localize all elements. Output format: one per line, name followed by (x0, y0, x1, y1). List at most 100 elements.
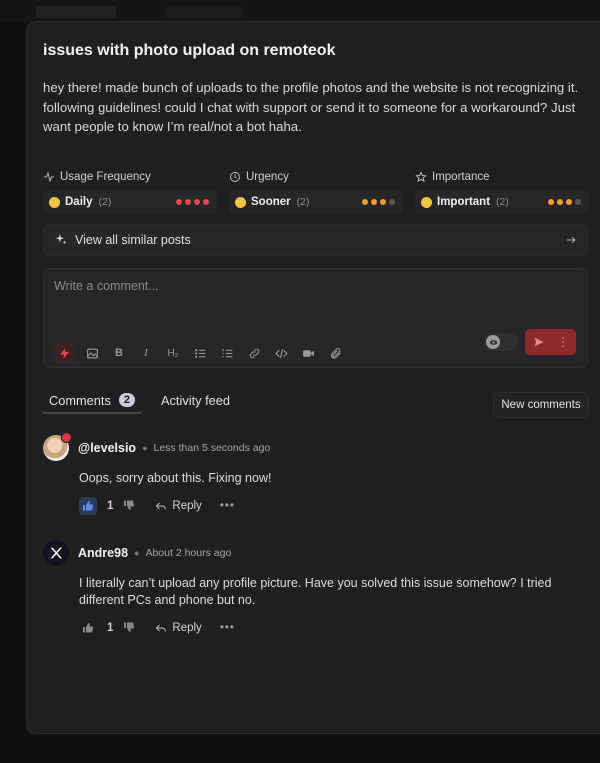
avatar[interactable] (43, 432, 72, 461)
background-tab (166, 6, 242, 18)
comment-actions: 1 Reply ••• (79, 619, 588, 637)
level-dot (176, 199, 182, 205)
arrow-right-icon (567, 236, 576, 244)
comment-actions: 1 Reply ••• (79, 497, 588, 515)
reply-icon (156, 624, 167, 632)
tab-label: Activity feed (161, 392, 230, 408)
post-title: issues with photo upload on remoteok (43, 42, 336, 59)
comment-author[interactable]: Andre98 (78, 546, 128, 560)
new-comments-button[interactable]: New comments (493, 392, 589, 418)
background-tab (36, 6, 116, 18)
comment-time: Less than 5 seconds ago (153, 442, 271, 454)
view-similar-posts-button[interactable]: View all similar posts (43, 224, 588, 256)
emoji-icon (421, 196, 432, 208)
comment-composer: Write a comment... B I H₂ ⋮ (43, 268, 588, 368)
level-dot (389, 199, 395, 205)
numbered-list-icon[interactable] (218, 344, 236, 362)
italic-icon[interactable]: I (137, 344, 155, 362)
verified-badge-icon (61, 432, 72, 443)
level-dot (548, 199, 554, 205)
bolt-icon[interactable] (54, 343, 74, 363)
separator-dot: ● (142, 443, 148, 453)
metric-label: Usage Frequency (60, 171, 151, 183)
metric-count: (2) (296, 196, 310, 208)
more-options-icon[interactable]: ••• (220, 622, 235, 634)
composer-toolbar: B I H₂ (54, 343, 344, 363)
image-icon[interactable] (83, 344, 101, 362)
tab-comments[interactable]: Comments 2 (43, 393, 141, 414)
comment-text: I literally can’t upload any profile pic… (79, 576, 552, 607)
metric-level-dots (362, 199, 395, 205)
metric-value: Important (437, 196, 491, 208)
metric-level-dots (176, 199, 209, 205)
thumbs-up-icon[interactable] (79, 619, 97, 637)
level-dot (194, 199, 200, 205)
star-icon (415, 171, 427, 183)
code-icon[interactable] (272, 344, 290, 362)
private-toggle[interactable] (484, 333, 518, 351)
level-dot (185, 199, 191, 205)
bold-icon[interactable]: B (110, 344, 128, 362)
comment-input[interactable]: Write a comment... (54, 279, 159, 293)
metric-label: Importance (432, 171, 490, 183)
more-options-icon[interactable]: ••• (220, 500, 235, 512)
background-header (0, 0, 600, 22)
link-icon[interactable] (245, 344, 263, 362)
reply-button[interactable]: Reply (155, 622, 202, 634)
send-icon (534, 337, 544, 347)
comment-time: About 2 hours ago (145, 547, 232, 559)
like-count: 1 (107, 500, 114, 512)
metric-value-box[interactable]: Sooner (2) (229, 190, 403, 214)
clock-icon (230, 172, 240, 182)
metric-label: Urgency (246, 171, 289, 183)
thumbs-up-icon[interactable] (79, 497, 97, 515)
metric-usage-frequency: Usage Frequency Daily (2) (43, 170, 217, 214)
thumbs-down-icon[interactable] (123, 499, 135, 514)
comment-text: Oops, sorry about this. Fixing now! (79, 471, 272, 485)
metric-value-box[interactable]: Daily (2) (43, 190, 217, 214)
comment-author[interactable]: @levelsio (78, 441, 136, 455)
video-icon[interactable] (299, 344, 317, 362)
level-dot (566, 199, 572, 205)
metric-count: (2) (98, 196, 112, 208)
metric-value-box[interactable]: Important (2) (415, 190, 589, 214)
level-dot (203, 199, 209, 205)
similar-label: View all similar posts (75, 233, 191, 247)
bullet-list-icon[interactable] (191, 344, 209, 362)
separator-dot: ● (134, 548, 140, 558)
reply-label: Reply (172, 500, 202, 512)
heading-icon[interactable]: H₂ (164, 344, 182, 362)
level-dot (575, 199, 581, 205)
activity-icon (44, 171, 54, 183)
reply-button[interactable]: Reply (155, 500, 202, 512)
comment-item: @levelsio ● Less than 5 seconds ago Oops… (43, 432, 588, 515)
comments-tabs: Comments 2 Activity feed (43, 392, 236, 414)
eye-icon (486, 335, 500, 349)
level-dot (371, 199, 377, 205)
tab-activity-feed[interactable]: Activity feed (155, 393, 236, 414)
send-options-icon[interactable]: ⋮ (557, 336, 569, 348)
tab-label: Comments (49, 392, 111, 408)
thumbs-down-icon[interactable] (123, 621, 135, 636)
comments-count-badge: 2 (118, 393, 135, 407)
avatar[interactable] (43, 540, 69, 566)
metric-value: Sooner (251, 196, 291, 208)
metric-urgency: Urgency Sooner (2) (229, 170, 403, 214)
level-dot (362, 199, 368, 205)
level-dot (380, 199, 386, 205)
reply-label: Reply (172, 622, 202, 634)
comment-item: Andre98 ● About 2 hours ago I literally … (43, 540, 588, 637)
metric-count: (2) (496, 196, 509, 208)
attachment-icon[interactable] (326, 344, 344, 362)
reply-icon (156, 502, 167, 510)
post-detail-panel: issues with photo upload on remoteok hey… (26, 21, 600, 734)
emoji-icon (235, 196, 246, 208)
metric-level-dots (548, 199, 581, 205)
metric-value: Daily (65, 196, 93, 208)
level-dot (557, 199, 563, 205)
like-count: 1 (107, 622, 114, 634)
emoji-icon (49, 196, 60, 208)
metric-importance: Importance Important (2) (415, 170, 589, 214)
x-logo-icon (50, 547, 62, 559)
send-button[interactable]: ⋮ (525, 329, 576, 355)
